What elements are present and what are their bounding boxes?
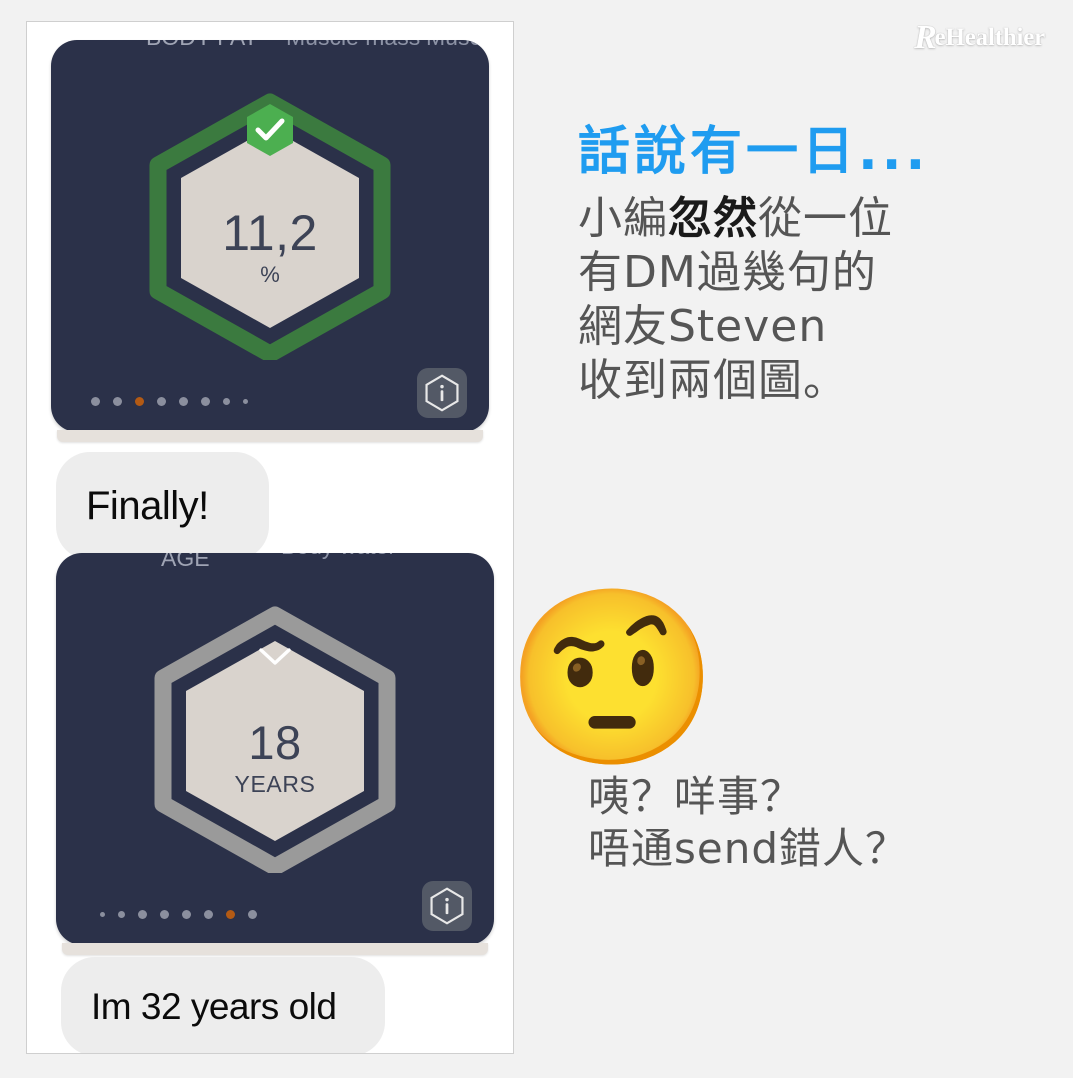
info-hexagon-icon [425, 374, 459, 412]
pagination-dot[interactable] [179, 396, 188, 406]
body-fat-card[interactable]: BODY FAT Muscle mass Muscle q 11,2 % [51, 40, 489, 432]
tab-age[interactable]: AGE [161, 553, 210, 572]
card-one-tabstrip: BODY FAT Muscle mass Muscle q [51, 40, 489, 74]
age-value: 18 [248, 716, 302, 769]
pagination-dot-active[interactable] [135, 396, 144, 406]
pagination-dot[interactable] [157, 396, 166, 406]
chat-bubble-text: Finally! [86, 483, 209, 528]
caption-bottom: 咦？咩事？ 唔通send錯人？ [588, 772, 1058, 875]
body-fat-unit: % [260, 262, 280, 287]
card-two-pagination[interactable] [100, 907, 257, 921]
caption-line-1-post: 從一位 [758, 193, 893, 245]
card-one-pagination[interactable] [91, 394, 248, 408]
brand-logo: ReHealthier [914, 21, 1046, 55]
tab-muscle-quality[interactable]: Muscle q [426, 40, 489, 51]
pagination-dot[interactable] [204, 909, 213, 919]
pagination-dot[interactable] [248, 909, 257, 919]
check-icon [259, 648, 291, 665]
pagination-dot-active[interactable] [226, 909, 235, 919]
age-hex-gauge: 18 YEARS [149, 601, 401, 873]
status-badge-ok-icon [247, 104, 293, 156]
info-hexagon-icon [430, 887, 464, 925]
chat-bubble-finally: Finally! [56, 452, 269, 560]
pagination-dot[interactable] [118, 910, 125, 918]
caption-top: 話說有一日... 小編忽然從一位 有DM過幾句的 網友Steven 收到兩個圖。 [578, 122, 1048, 409]
chat-bubble-age: Im 32 years old [61, 957, 385, 1053]
pagination-dot[interactable] [100, 911, 105, 917]
info-button[interactable] [422, 881, 472, 931]
pagination-dot[interactable] [138, 909, 147, 919]
caption-headline: 話說有一日... [578, 122, 930, 182]
caption-line-4: 收到兩個圖。 [578, 355, 848, 407]
card-one-page-sliver [57, 430, 483, 442]
pagination-dot[interactable] [243, 398, 248, 404]
pagination-dot[interactable] [182, 909, 191, 919]
caption-line-1: 小編忽然從一位 [578, 193, 1048, 245]
body-fat-hex-gauge: 11,2 % [144, 88, 396, 360]
brand-logo-initial: R [914, 19, 937, 56]
caption-bottom-line-2: 唔通send錯人？ [588, 823, 909, 873]
pagination-dot[interactable] [91, 396, 100, 406]
caption-line-2: 有DM過幾句的 [578, 247, 877, 299]
age-card[interactable]: AGE Body water 18 YEARS [56, 553, 494, 945]
pagination-dot[interactable] [113, 396, 122, 406]
chat-screenshot-panel: BODY FAT Muscle mass Muscle q 11,2 % [26, 21, 514, 1054]
pagination-dot[interactable] [223, 397, 230, 405]
tab-body-water[interactable]: Body water [281, 553, 396, 560]
caption-line-1-emph: 忽然 [668, 193, 758, 245]
caption-bottom-line-1: 咦？咩事？ [588, 772, 804, 821]
tab-body-fat[interactable]: BODY FAT [146, 40, 258, 51]
chat-bubble-text: Im 32 years old [91, 985, 337, 1027]
body-fat-value: 11,2 [222, 205, 318, 261]
info-button[interactable] [417, 368, 467, 418]
face-with-raised-eyebrow-icon: 🤨 [505, 577, 720, 778]
card-two-tabstrip: AGE Body water [56, 553, 494, 587]
tab-muscle-mass[interactable]: Muscle mass [286, 40, 420, 51]
brand-logo-text: eHealthier [934, 24, 1046, 51]
caption-line-1-pre: 小編 [578, 193, 668, 245]
card-two-page-sliver [62, 943, 488, 955]
pagination-dot[interactable] [201, 396, 210, 406]
caption-line-3: 網友Steven [578, 301, 828, 353]
age-unit: YEARS [234, 771, 316, 797]
pagination-dot[interactable] [160, 909, 169, 919]
